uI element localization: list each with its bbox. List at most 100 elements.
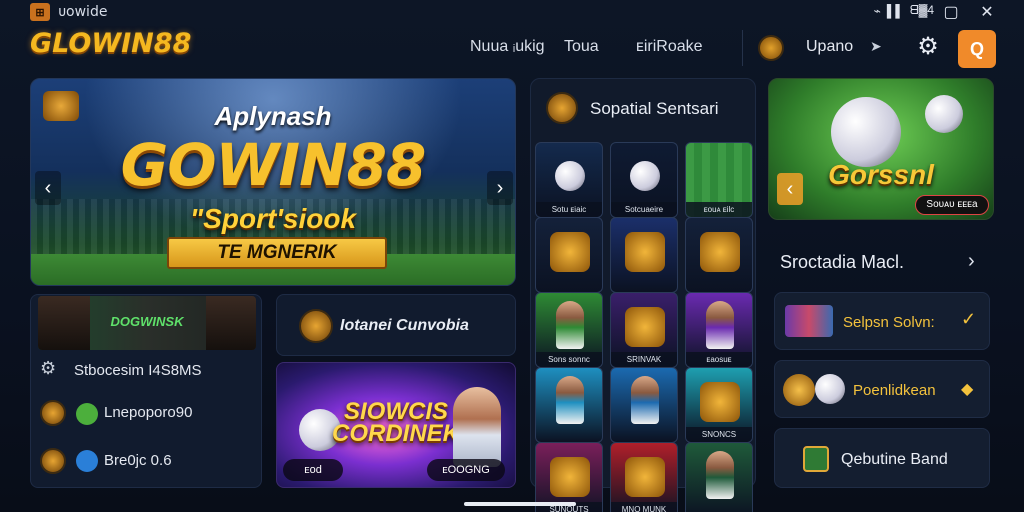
check-icon: ✓ [961, 309, 977, 329]
right-item-label: Qebutine Band [841, 451, 948, 468]
promo-badge-icon [758, 35, 784, 61]
promo-player-image [453, 387, 501, 467]
hero-ribbon[interactable]: TE MGNERIK [167, 237, 387, 269]
right-list-item-3[interactable]: Qebutine Band [774, 428, 990, 488]
featured-tile[interactable] [535, 217, 603, 293]
featured-header: Sopatial Sentsari [546, 90, 756, 126]
nav-item-3[interactable]: ᴇiriRoake [636, 38, 703, 56]
small-ball-icon [925, 95, 963, 133]
left-banner-text: DOGWINSK [110, 314, 184, 329]
chevron-right-icon[interactable]: › [968, 250, 975, 273]
featured-tile-caption: SNONCS [686, 427, 752, 442]
soccer-ball-icon [831, 97, 901, 167]
search-button[interactable]: Q [958, 30, 996, 68]
share-arrow-icon[interactable]: ➤ [870, 38, 882, 55]
hero-title: GOWIN88 [120, 131, 427, 199]
featured-tile[interactable] [610, 217, 678, 293]
emblem-icon [625, 232, 665, 272]
featured-tile[interactable]: MNO MUNK [610, 442, 678, 512]
site-logo[interactable]: GLOWIN88 [30, 28, 191, 59]
soccer-ball-icon [555, 161, 585, 191]
emblem-icon [625, 457, 665, 497]
shield-badge-icon [40, 448, 66, 474]
blue-status-icon [76, 450, 98, 472]
nav-item-1[interactable]: Nuua ᵢukig [470, 38, 545, 56]
right-list-item-2[interactable]: Poenlidkean ◆ [774, 360, 990, 418]
system-tray: ⌁ ▌▌ ᗺ▓4 [874, 3, 934, 18]
settings-gear-icon[interactable]: ⚙ [40, 358, 56, 379]
featured-tile[interactable] [685, 217, 753, 293]
player-image [631, 376, 659, 424]
coin-icon [783, 374, 815, 406]
left-row-3[interactable]: Bre0jc 0.6 [104, 452, 172, 469]
mid-card-label: Iotanei Cunvobia [340, 317, 469, 334]
soccer-promo-card[interactable]: Gorssnl ‹ Soᴜᴀᴜ ᴇᴇᴇa [768, 78, 994, 220]
emblem-icon [550, 232, 590, 272]
featured-tile-caption: Sotcuaeire [611, 202, 677, 217]
featured-title: Sopatial Sentsari [590, 99, 719, 118]
featured-tile[interactable]: Sons sonnc [535, 292, 603, 368]
hero-subtitle: "Sport'siook [189, 203, 357, 234]
ball-icon [815, 374, 845, 404]
right-item-label: Selpsn Solvn: [843, 314, 935, 331]
ticket-icon [803, 446, 829, 472]
player-image [706, 451, 734, 499]
emblem-icon [550, 457, 590, 497]
featured-tile[interactable] [610, 367, 678, 443]
mid-card-emblem-icon [299, 309, 333, 343]
featured-emblem-icon [546, 92, 578, 124]
player-image [556, 376, 584, 424]
featured-tile-caption: MNO MUNK [611, 502, 677, 512]
featured-tile[interactable]: Sotu ᴇiaic [535, 142, 603, 218]
soccer-card-badge[interactable]: Soᴜᴀᴜ ᴇᴇᴇa [915, 195, 989, 215]
emblem-icon [700, 232, 740, 272]
hero-small-title: Aplynash [214, 101, 332, 131]
gear-icon[interactable]: ⚙ [914, 33, 942, 61]
emblem-icon [700, 382, 740, 422]
players-thumbnail [785, 305, 833, 337]
featured-tile[interactable]: Sotcuaeire [610, 142, 678, 218]
featured-tile-caption: ᴇaosuᴇ [686, 352, 752, 367]
hero-prev-arrow-icon[interactable]: ‹ [35, 171, 61, 205]
hero-next-arrow-icon[interactable]: › [487, 171, 513, 205]
featured-tile-caption: ᴇouᴀ ᴇilc [686, 202, 752, 217]
left-row-2[interactable]: Lnepoporo90 [104, 404, 192, 421]
app-icon: ⊞ [30, 3, 50, 21]
nav-divider [742, 30, 743, 66]
promo-right-chip[interactable]: ᴇOOGNG [427, 459, 505, 481]
right-section-heading: Sroctadia Macl. [780, 252, 905, 272]
promo-link[interactable]: Upano [806, 38, 853, 56]
featured-tile[interactable]: ᴇaosuᴇ [685, 292, 753, 368]
promo-left-chip[interactable]: ᴇod [283, 459, 343, 481]
network-icon: ⌁ [873, 3, 881, 18]
featured-tile[interactable] [685, 442, 753, 512]
signal-icon: ▌▌ [886, 3, 904, 18]
maximize-button[interactable]: ▢ [940, 2, 962, 22]
close-button[interactable]: ✕ [976, 2, 998, 22]
featured-tile[interactable]: SNONCS [685, 367, 753, 443]
emblem-icon [625, 307, 665, 347]
shield-badge-icon [40, 400, 66, 426]
featured-tile-caption: Sons sonnc [536, 352, 602, 367]
hero-banner[interactable]: Aplynash GOWIN88 "Sport'siook TE MGNERIK… [30, 78, 516, 286]
soccer-ball-icon [630, 161, 660, 191]
green-status-icon [76, 403, 98, 425]
diamond-chevron-icon: ◆ [961, 381, 974, 398]
player-image [706, 301, 734, 349]
window-title: ᴜowide [58, 4, 108, 20]
featured-tile-caption: SRINVAK HAAIER [611, 352, 677, 367]
nav-item-2[interactable]: Toua [564, 38, 599, 56]
soccer-prev-arrow-icon[interactable]: ‹ [777, 173, 803, 205]
right-item-label: Poenlidkean [853, 382, 936, 399]
featured-tile[interactable]: SRINVAK HAAIER [610, 292, 678, 368]
promo-banner[interactable]: SIOWCIS CORDINEK ᴇod ᴇOOGNG [276, 362, 516, 488]
left-row-1[interactable]: Stbocesim I4S8MS [74, 362, 202, 379]
featured-tile[interactable] [535, 367, 603, 443]
featured-tile[interactable]: ᴇouᴀ ᴇilc [685, 142, 753, 218]
featured-tile-caption: Sotu ᴇiaic [536, 202, 602, 217]
player-image [556, 301, 584, 349]
battery-icon: ᗺ▓4 [909, 3, 934, 17]
home-indicator-bar[interactable] [464, 502, 576, 506]
left-promo-banner[interactable]: DOGWINSK [38, 296, 256, 350]
right-list-item-1[interactable]: Selpsn Solvn: ✓ [774, 292, 990, 350]
